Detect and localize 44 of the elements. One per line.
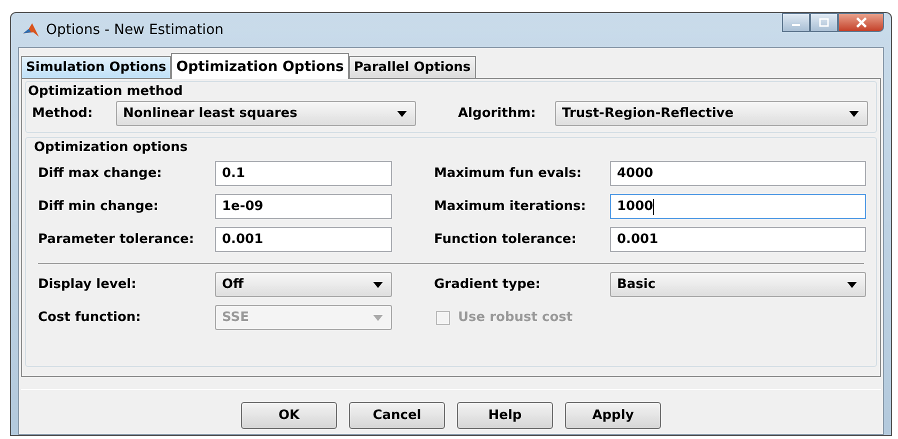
field-label: Parameter tolerance: (38, 232, 196, 247)
input-field[interactable]: 4000 (610, 161, 866, 186)
field-label: Method: (32, 106, 94, 121)
input-field[interactable]: 0.1 (215, 161, 392, 186)
field-label: Algorithm: (458, 106, 537, 121)
field-label: Gradient type: (433, 277, 542, 292)
caret-icon (397, 110, 407, 116)
caret-icon (373, 282, 383, 288)
field-label: Diff max change: (38, 166, 163, 181)
dropdown[interactable]: Basic (610, 272, 866, 297)
tab[interactable]: Optimization Options (171, 53, 349, 79)
close-icon (856, 17, 866, 28)
maximize-icon (819, 18, 829, 28)
tab[interactable]: Parallel Options (348, 56, 476, 78)
dialog-button[interactable]: Apply (565, 402, 661, 429)
field-label: Maximum fun evals: (433, 166, 583, 181)
field-label: Cost function: (38, 310, 142, 325)
input-field[interactable]: 0.001 (215, 227, 392, 252)
method-dropdown[interactable]: Nonlinear least squares (116, 101, 416, 126)
field-label: Display level: (38, 277, 138, 292)
algorithm-dropdown[interactable]: Trust-Region-Reflective (555, 101, 868, 126)
caret-icon (373, 314, 383, 320)
field-label: Maximum iterations: (433, 199, 587, 214)
dialog-button[interactable]: Cancel (349, 402, 445, 429)
field-label: Function tolerance: (433, 232, 578, 247)
maximize-button[interactable] (810, 13, 838, 32)
group-title: Optimization method (28, 84, 184, 99)
close-button[interactable] (838, 13, 884, 32)
tab[interactable]: Simulation Options (21, 56, 172, 78)
checkbox-label: Use robust cost (458, 310, 573, 325)
minimize-button[interactable] (782, 13, 810, 32)
dropdown[interactable]: Off (215, 272, 392, 297)
peak-logo-icon (22, 21, 40, 39)
input-field[interactable]: 1000 (610, 194, 866, 219)
window-title: Options - New Estimation (46, 22, 224, 38)
dialog-button[interactable]: OK (241, 402, 337, 429)
caret-icon (847, 282, 857, 288)
group-title: Optimization options (34, 140, 189, 155)
input-field[interactable]: 0.001 (610, 227, 866, 252)
dialog-button[interactable]: Help (457, 402, 553, 429)
field-label: Diff min change: (38, 199, 160, 214)
input-field[interactable]: 1e-09 (215, 194, 392, 219)
caret-icon (849, 110, 859, 116)
minimize-icon (792, 24, 800, 26)
